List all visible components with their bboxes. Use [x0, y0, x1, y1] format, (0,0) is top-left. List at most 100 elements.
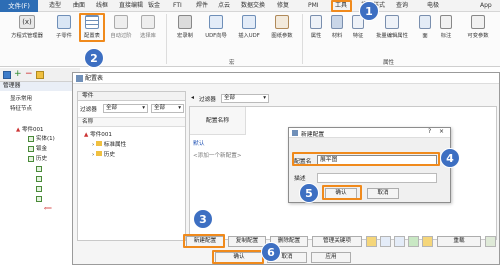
- filter-select[interactable]: 全部 ▾: [103, 104, 148, 113]
- manage-keys-button[interactable]: 管理关键项: [312, 236, 362, 247]
- reload-button[interactable]: 重载: [437, 236, 481, 247]
- menu-item-修复[interactable]: 修复: [277, 1, 289, 11]
- copy-config-button[interactable]: 复制配置: [228, 236, 266, 247]
- face-icon: [419, 15, 431, 29]
- help-icon[interactable]: ?: [428, 128, 431, 135]
- tree-history[interactable]: 历史: [28, 154, 47, 162]
- property-button[interactable]: 属性: [307, 15, 325, 39]
- insert-icon: [242, 15, 256, 29]
- tree-part-root[interactable]: ▲ 零件001: [84, 130, 112, 138]
- menu-item-直接编辑[interactable]: 直接编辑: [119, 1, 143, 11]
- rollback-arrow-icon[interactable]: ⟸: [44, 206, 52, 212]
- part-icon: ▲: [84, 132, 89, 138]
- macro-record-button[interactable]: 宏录制: [173, 15, 197, 39]
- left-toolbar: + −: [0, 68, 80, 82]
- select-icon[interactable]: [3, 71, 11, 79]
- auto-step-button[interactable]: 自动过阶: [108, 15, 134, 39]
- manager-title: 管理器: [0, 82, 79, 91]
- description-input[interactable]: [317, 173, 437, 183]
- checkbox[interactable]: [28, 145, 34, 152]
- record-icon: [178, 15, 192, 29]
- config-name-highlight: [292, 152, 440, 166]
- collapse-arrow-icon[interactable]: ◂: [191, 94, 194, 101]
- menu-item-曲面[interactable]: 曲面: [73, 1, 85, 11]
- tree-show-common[interactable]: 显示常用: [10, 94, 32, 102]
- file-menu[interactable]: 文件(F): [0, 0, 38, 12]
- copy-icon[interactable]: [394, 236, 405, 247]
- checkbox[interactable]: [36, 196, 42, 202]
- close-icon[interactable]: ×: [439, 128, 444, 135]
- annotation-button[interactable]: 标注: [437, 15, 455, 39]
- step-badge-5: 5: [299, 183, 319, 203]
- equation-icon: (x): [19, 15, 35, 29]
- step-badge-4: 4: [440, 148, 460, 168]
- dialog-title: 配置表: [73, 73, 499, 84]
- filter-select-2[interactable]: 全部 ▾: [151, 104, 184, 113]
- menu-item-电极[interactable]: 电极: [427, 1, 439, 11]
- udf-wizard-button[interactable]: UDF向导: [201, 15, 231, 39]
- dialog-apply-button[interactable]: 应用: [311, 252, 351, 263]
- checkbox[interactable]: [28, 155, 34, 162]
- tree-child[interactable]: [36, 186, 44, 193]
- library-icon: [141, 15, 155, 29]
- open-folder-icon[interactable]: [366, 236, 377, 247]
- menu-item-点云[interactable]: 点云: [218, 1, 230, 11]
- tree-child[interactable]: [36, 196, 44, 203]
- add-icon[interactable]: +: [14, 70, 22, 79]
- new-config-cancel-button[interactable]: 取消: [367, 188, 399, 199]
- config-row-default[interactable]: 默认: [193, 138, 205, 147]
- tree-part[interactable]: ▲ 零件001: [16, 125, 43, 133]
- part-tab[interactable]: 零件: [78, 92, 185, 101]
- tree-child[interactable]: [36, 176, 44, 183]
- tree-feature-node[interactable]: 特征节点: [10, 104, 32, 112]
- drawing-icon: [275, 15, 289, 29]
- batch-edit-icon: [385, 15, 399, 29]
- tree-sheetmetal[interactable]: 钣金: [28, 144, 47, 152]
- drawing-params-button[interactable]: 图纸参数: [268, 15, 296, 39]
- name-column-header: 名称: [78, 117, 185, 127]
- folder-icon[interactable]: [36, 71, 44, 79]
- variable-params-button[interactable]: 可变参数: [460, 15, 496, 39]
- checkbox[interactable]: [36, 176, 42, 182]
- annotation-icon: [440, 15, 452, 29]
- ribbon-divider: [166, 14, 167, 64]
- checkbox[interactable]: [36, 166, 42, 172]
- select-library-button[interactable]: 选择库: [136, 15, 160, 39]
- checkbox[interactable]: [36, 186, 42, 192]
- new-config-title: 新建配置: [301, 132, 325, 138]
- wizard-icon: [209, 15, 223, 29]
- menu-item-App[interactable]: App: [480, 1, 492, 11]
- insert-udf-button[interactable]: 插入UDF: [234, 15, 264, 39]
- manager-panel: 管理器 显示常用 特征节点 ▲ 零件001 实体(1) 钣金 历史 ⟸: [0, 82, 80, 265]
- batch-edit-property-button[interactable]: 批量编辑属性: [370, 15, 414, 39]
- excel-icon[interactable]: [408, 236, 419, 247]
- menu-item-线框[interactable]: 线框: [96, 1, 108, 11]
- menu-item-查询[interactable]: 查询: [396, 1, 408, 11]
- settings-icon[interactable]: [485, 236, 496, 247]
- menu-item-钣金[interactable]: 钣金: [148, 1, 160, 11]
- filter-select-right[interactable]: 全部 ▾: [221, 94, 269, 103]
- sub-part-button[interactable]: 子零件: [52, 15, 76, 39]
- menu-item-造型[interactable]: 造型: [49, 1, 61, 11]
- tree-history[interactable]: › 历史: [92, 150, 115, 158]
- equation-manager-button[interactable]: (x) 方程式管理器: [4, 15, 50, 39]
- checkbox[interactable]: [28, 135, 34, 142]
- face-button[interactable]: 面: [417, 15, 433, 39]
- tree-child[interactable]: [36, 166, 44, 173]
- tree-standard-attr[interactable]: › 标准属性: [92, 140, 126, 148]
- auto-step-icon: [114, 15, 128, 29]
- step-badge-3: 3: [193, 209, 213, 229]
- menu-item-FTI[interactable]: FTI: [173, 1, 182, 11]
- config-table-highlight: [79, 13, 105, 42]
- part-panel: 零件 过滤器 全部 ▾ 全部 ▾ 名称 ▲ 零件001 › 标准属性 › 历史: [77, 91, 186, 241]
- save-folder-icon[interactable]: [422, 236, 433, 247]
- add-config-row[interactable]: <添加一个新配置>: [193, 151, 242, 159]
- paste-icon[interactable]: [380, 236, 391, 247]
- menu-item-数据交换[interactable]: 数据交换: [241, 1, 265, 11]
- remove-icon[interactable]: −: [25, 70, 33, 79]
- tree-solid[interactable]: 实体(1): [28, 134, 55, 142]
- menu-item-焊件[interactable]: 焊件: [196, 1, 208, 11]
- menu-item-PMI[interactable]: PMI: [308, 1, 319, 11]
- step-badge-6: 6: [261, 242, 281, 262]
- material-button[interactable]: 材料: [328, 15, 346, 39]
